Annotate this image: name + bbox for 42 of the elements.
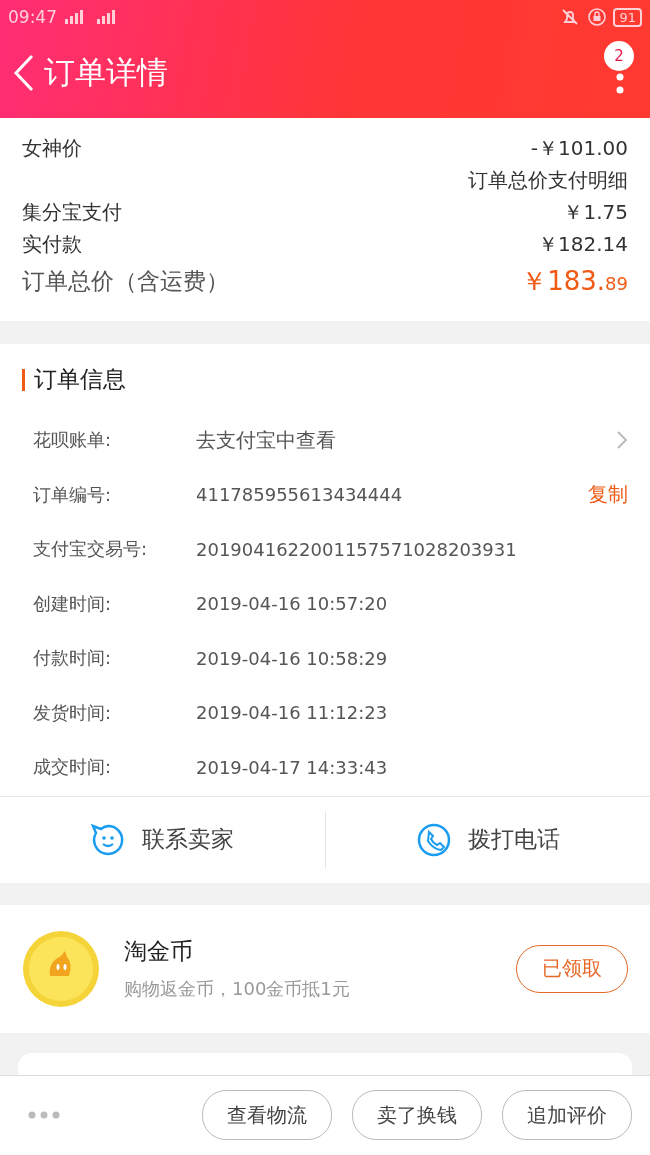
info-label: 发货时间: bbox=[33, 700, 113, 725]
price-label: 实付款 bbox=[22, 230, 82, 258]
info-label: 创建时间: bbox=[33, 591, 113, 616]
section-title: 订单信息 bbox=[34, 365, 126, 394]
more-dots-icon[interactable] bbox=[28, 1111, 60, 1120]
coins-subtitle: 购物返金币，100金币抵1元 bbox=[124, 977, 351, 1001]
info-value: 411785955613434444 bbox=[196, 484, 404, 506]
coins-title: 淘金币 bbox=[124, 937, 194, 966]
total-price: ￥183.89 bbox=[521, 265, 628, 299]
info-value: 2019-04-16 11:12:23 bbox=[196, 702, 389, 724]
info-label: 订单编号: bbox=[33, 482, 113, 507]
notification-badge: 2 bbox=[604, 41, 634, 71]
price-value: -￥101.00 bbox=[530, 134, 628, 162]
action-button[interactable]: 查看物流 bbox=[202, 1090, 332, 1141]
action-button[interactable]: 卖了换钱 bbox=[352, 1090, 482, 1141]
more-icon[interactable] bbox=[616, 71, 624, 95]
price-value: ￥182.14 bbox=[538, 230, 628, 258]
phone-icon bbox=[415, 821, 452, 858]
payment-detail-link[interactable]: 订单总价支付明细 bbox=[468, 166, 628, 194]
chevron-right-icon[interactable] bbox=[616, 430, 628, 451]
price-label: 女神价 bbox=[22, 134, 82, 162]
back-icon[interactable] bbox=[12, 53, 36, 93]
price-label: 集分宝支付 bbox=[22, 198, 122, 226]
price-value: ￥1.75 bbox=[563, 198, 628, 226]
info-value: 2019-04-17 14:33:43 bbox=[196, 756, 389, 778]
coin-icon bbox=[22, 929, 100, 1008]
alipay-link[interactable]: 去支付宝中查看 bbox=[196, 426, 616, 454]
contact-button[interactable]: 拨打电话 bbox=[415, 821, 560, 858]
page-title: 订单详情 bbox=[44, 53, 168, 92]
total-label: 订单总价（含运费） bbox=[22, 267, 229, 297]
status-time: 09:47 bbox=[8, 7, 57, 27]
action-button[interactable]: 追加评价 bbox=[502, 1090, 632, 1141]
info-label: 付款时间: bbox=[33, 646, 113, 671]
info-label: 支付宝交易号: bbox=[33, 537, 149, 562]
info-value: 2019-04-16 10:57:20 bbox=[196, 593, 389, 615]
lock-rotate-icon bbox=[587, 7, 608, 27]
info-value: 2019041622001157571028203931 bbox=[196, 538, 518, 560]
contact-button[interactable]: 联系卖家 bbox=[90, 821, 235, 858]
info-label: 花呗账单: bbox=[33, 428, 113, 453]
info-label: 成交时间: bbox=[33, 755, 113, 780]
info-value: 2019-04-16 10:58:29 bbox=[196, 647, 389, 669]
battery-level: 91 bbox=[613, 7, 642, 27]
